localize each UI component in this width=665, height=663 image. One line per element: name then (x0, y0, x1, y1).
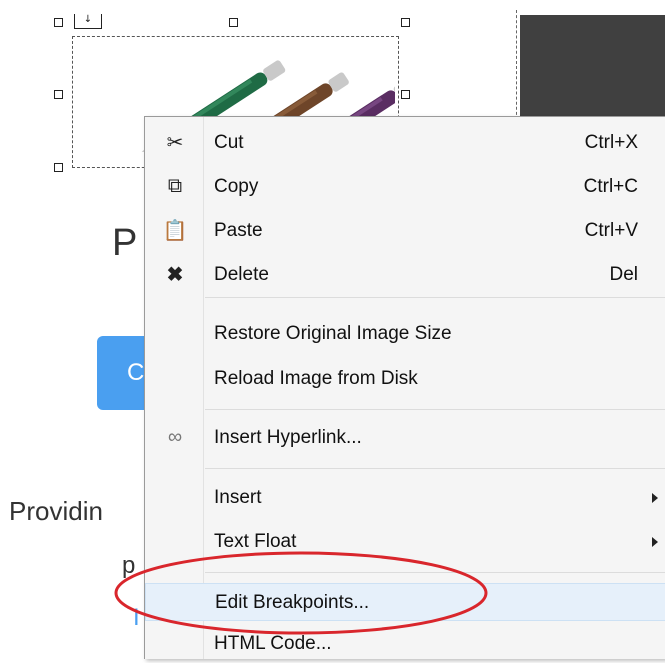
menu-item-insert[interactable]: Insert (145, 479, 665, 517)
menu-item-html-code[interactable]: HTML Code... (145, 625, 665, 663)
menu-separator (205, 297, 665, 298)
menu-item-label: Reload Image from Disk (214, 368, 418, 389)
resize-handle-bottom-left[interactable] (54, 163, 63, 172)
menu-item-shortcut: Ctrl+C (583, 176, 638, 197)
resize-handle-right[interactable] (401, 90, 410, 99)
column-divider (516, 10, 517, 120)
menu-item-insert-hyperlink[interactable]: ∞ Insert Hyperlink... (145, 419, 665, 457)
menu-item-label: Insert (214, 487, 262, 508)
page-heading-fragment: P (112, 222, 138, 264)
scissors-icon: ✂ (166, 131, 184, 154)
link-text-fragment[interactable]: I (133, 604, 140, 632)
menu-item-label: Delete (214, 264, 269, 285)
copy-icon: ⧉ (167, 174, 183, 197)
menu-item-label: Insert Hyperlink... (214, 427, 362, 448)
menu-separator (205, 572, 665, 573)
menu-item-reload-image[interactable]: Reload Image from Disk (145, 360, 665, 398)
submenu-arrow-icon (652, 493, 658, 503)
menu-item-label: HTML Code... (214, 633, 332, 654)
menu-item-paste[interactable]: 📋 Paste Ctrl+V (145, 212, 665, 250)
menu-item-shortcut: Ctrl+V (584, 220, 638, 241)
menu-item-label: Restore Original Image Size (214, 323, 452, 344)
menu-item-text-float[interactable]: Text Float (145, 523, 665, 561)
menu-separator (205, 468, 665, 469)
resize-handle-top[interactable] (229, 18, 238, 27)
dark-image-block (520, 15, 665, 120)
menu-item-label: Text Float (214, 531, 297, 552)
menu-item-copy[interactable]: ⧉ Copy Ctrl+C (145, 168, 665, 206)
menu-item-edit-breakpoints[interactable]: Edit Breakpoints... (145, 583, 665, 621)
anchor-icon[interactable]: ↓ (74, 14, 102, 29)
menu-item-restore-size[interactable]: Restore Original Image Size (145, 315, 665, 353)
resize-handle-top-right[interactable] (401, 18, 410, 27)
context-menu: ✂ Cut Ctrl+X ⧉ Copy Ctrl+C 📋 Paste Ctrl+… (144, 116, 665, 659)
menu-item-label: Cut (214, 132, 244, 153)
body-text-fragment: Providin (9, 496, 103, 526)
menu-item-shortcut: Del (609, 264, 638, 285)
menu-item-delete[interactable]: ✖ Delete Del (145, 256, 665, 294)
menu-item-label: Paste (214, 220, 263, 241)
submenu-arrow-icon (652, 537, 658, 547)
menu-item-cut[interactable]: ✂ Cut Ctrl+X (145, 124, 665, 162)
menu-item-label: Edit Breakpoints... (215, 592, 370, 613)
menu-separator (205, 409, 665, 410)
link-icon: ∞ (167, 425, 183, 448)
menu-item-shortcut: Ctrl+X (584, 132, 638, 153)
paste-icon: 📋 (162, 219, 188, 242)
resize-handle-top-left[interactable] (54, 18, 63, 27)
menu-item-label: Copy (214, 176, 259, 197)
resize-handle-left[interactable] (54, 90, 63, 99)
delete-x-icon: ✖ (166, 263, 184, 286)
body-text-fragment-2: p (122, 552, 136, 579)
